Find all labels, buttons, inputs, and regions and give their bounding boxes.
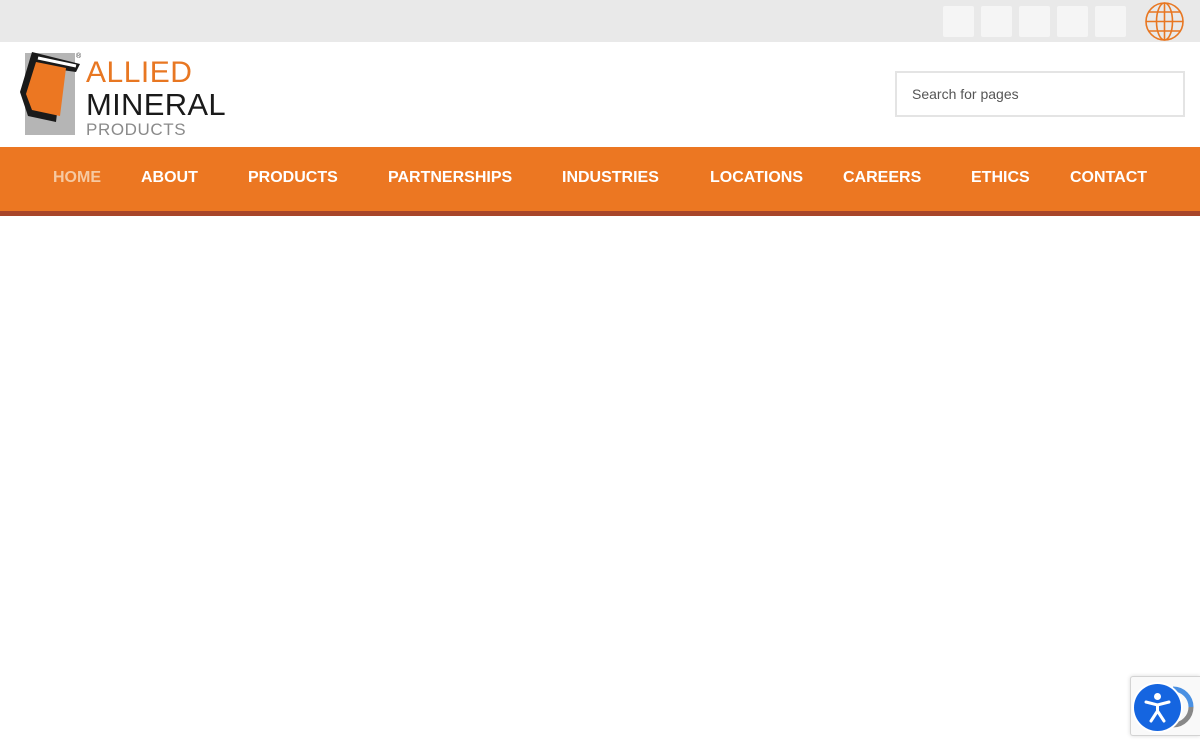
- nav-item-industries[interactable]: INDUSTRIES: [562, 147, 659, 211]
- top-utility-bar: [0, 0, 1200, 42]
- nav-item-about[interactable]: ABOUT: [141, 147, 198, 211]
- nav-item-careers[interactable]: CAREERS: [843, 147, 921, 211]
- nav-item-contact[interactable]: CONTACT: [1070, 147, 1147, 211]
- nav-item-ethics[interactable]: ETHICS: [971, 147, 1030, 211]
- logo-mark-icon: [20, 52, 80, 135]
- logo-text-mineral: MINERAL: [86, 87, 226, 122]
- social-icon-2[interactable]: [981, 6, 1012, 37]
- globe-icon[interactable]: [1144, 1, 1185, 42]
- nav-item-products[interactable]: PRODUCTS: [248, 147, 338, 211]
- nav-item-partnerships[interactable]: PARTNERSHIPS: [388, 147, 512, 211]
- registered-mark: ®: [76, 53, 82, 60]
- main-nav: HOME ABOUT PRODUCTS PARTNERSHIPS INDUSTR…: [0, 147, 1200, 211]
- nav-bottom-strip: [0, 211, 1200, 216]
- logo-text-allied: ALLIED: [86, 56, 193, 89]
- social-icon-3[interactable]: [1019, 6, 1050, 37]
- company-logo[interactable]: ® ALLIED MINERAL PRODUCTS: [18, 50, 238, 140]
- social-icon-5[interactable]: [1095, 6, 1126, 37]
- logo-text-products: PRODUCTS: [86, 120, 187, 139]
- social-icon-4[interactable]: [1057, 6, 1088, 37]
- accessibility-button[interactable]: [1134, 684, 1181, 731]
- nav-item-locations[interactable]: LOCATIONS: [710, 147, 803, 211]
- search-input[interactable]: [895, 71, 1185, 117]
- nav-item-home[interactable]: HOME: [53, 147, 101, 211]
- social-icon-1[interactable]: [943, 6, 974, 37]
- accessibility-icon: [1144, 693, 1171, 723]
- site-header: ® ALLIED MINERAL PRODUCTS: [0, 42, 1200, 147]
